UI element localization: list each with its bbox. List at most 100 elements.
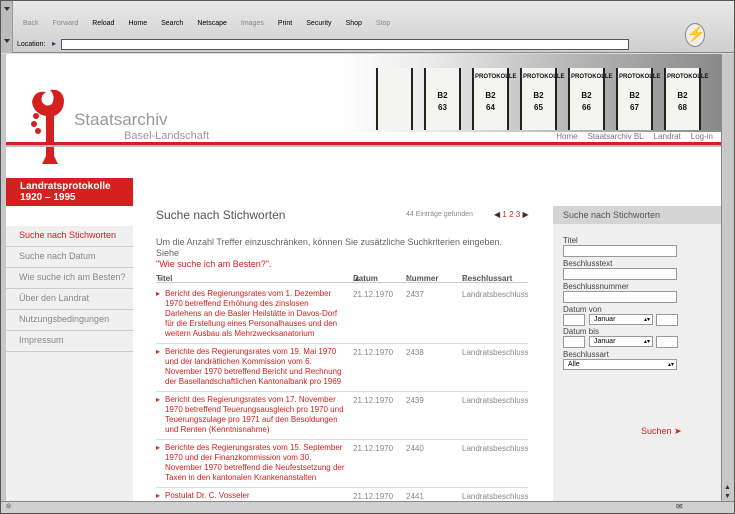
- archive-book-spine: PROTOKOLLE B2 68: [664, 68, 709, 130]
- collapse-triangle-icon: [4, 39, 10, 43]
- nav-buttons: Back Forward Reload Home Search Netscape Image…: [23, 20, 404, 27]
- toolbar-home-button[interactable]: Home: [128, 20, 147, 27]
- suchen-button[interactable]: Suchen ➤: [641, 426, 682, 437]
- header-archive-image: B2 63 PROTOKOLLE B2 64 PROTOKOLLE B2 65 PROTO…: [336, 54, 721, 132]
- status-right-icon: ✉: [676, 502, 683, 511]
- search-panel: Suche nach Stichworten Titel Beschlusste…: [553, 206, 721, 501]
- table-row: Bericht des Regierungsrates vom 17. Nove…: [156, 392, 528, 440]
- topnav-staatsarchiv[interactable]: Staatsarchiv BL: [588, 132, 644, 141]
- sidebar-heading-title: Landratsprotokolle: [20, 181, 111, 192]
- topnav-home[interactable]: Home: [556, 132, 577, 141]
- text-input[interactable]: [563, 268, 677, 280]
- sidebar-item-datum[interactable]: Suche nach Datum: [6, 247, 133, 268]
- scroll-up-icon[interactable]: ▲: [724, 484, 731, 491]
- site-subtitle: Basel-Landschaft: [124, 130, 209, 142]
- row-date: 21.12.1970: [353, 348, 394, 357]
- toolbar-forward-button[interactable]: Forward: [53, 20, 79, 27]
- netscape-throbber-icon[interactable]: ⚡: [685, 23, 706, 47]
- scroll-down-icon[interactable]: ▼: [724, 493, 731, 500]
- sort-icon: ▲: [156, 274, 164, 283]
- book-label: PROTOKOLLE: [475, 74, 517, 80]
- toolbar-security-button[interactable]: Security: [306, 20, 331, 27]
- archive-book-spine: PROTOKOLLE B2 64: [472, 68, 517, 130]
- site-header: B2 63 PROTOKOLLE B2 64 PROTOKOLLE B2 65 PROTO…: [6, 54, 721, 164]
- sidebar-heading: Landratsprotokolle 1920 – 1995: [6, 178, 133, 206]
- page-2[interactable]: 2: [509, 210, 513, 219]
- bis-day-input[interactable]: [563, 336, 585, 348]
- vertical-scrollbar[interactable]: ▲ ▼: [721, 54, 734, 502]
- sidebar-item-landrat[interactable]: Über den Landrat: [6, 289, 133, 310]
- sort-icon: ▲: [406, 274, 414, 283]
- status-icon: ⚛: [5, 502, 13, 511]
- next-page-icon[interactable]: ▶: [522, 210, 528, 219]
- toolbar-stop-button[interactable]: Stop: [376, 20, 390, 27]
- page-1[interactable]: 1: [502, 210, 506, 219]
- intro-help-link[interactable]: "Wie suche ich am Besten?".: [156, 259, 271, 269]
- topnav-landrat[interactable]: Landrat: [654, 132, 681, 141]
- book-number: B2 63: [437, 91, 448, 112]
- nummer-input[interactable]: [563, 291, 677, 303]
- toolbar-reload-button[interactable]: Reload: [92, 20, 114, 27]
- toolbar-shop-button[interactable]: Shop: [346, 20, 362, 27]
- row-number: 2437: [406, 290, 424, 299]
- table-row: Postulat Dr. C. Vosseler 21.12.1970 2441 La…: [156, 488, 528, 501]
- row-title-link[interactable]: Bericht des Regierungsrates vom 17. Nove…: [156, 395, 346, 435]
- page-title: Suche nach Stichworten: [156, 208, 286, 222]
- row-type: Landratsbeschluss: [462, 492, 528, 501]
- bis-month-select[interactable]: Januar: [589, 336, 653, 347]
- row-date: 21.12.1970: [353, 290, 394, 299]
- row-number: 2440: [406, 444, 424, 453]
- toolbar-back-button[interactable]: Back: [23, 20, 39, 27]
- browser-window: Back Forward Reload Home Search Netscape Image…: [0, 0, 735, 514]
- row-title-link[interactable]: Berichte des Regierungsrates vom 15. Sep…: [156, 443, 346, 483]
- toolbar-print-button[interactable]: Print: [278, 20, 292, 27]
- sidebar-item-stichworten[interactable]: Suche nach Stichworten: [6, 226, 133, 247]
- row-title-link[interactable]: Bericht des Regierungsrates vom 1. Dezem…: [156, 289, 346, 339]
- table-row: Bericht des Regierungsrates vom 1. Dezem…: [156, 286, 528, 344]
- row-date: 21.12.1970: [353, 396, 394, 405]
- archive-book-spine: PROTOKOLLE B2 65: [520, 68, 565, 130]
- von-month-select[interactable]: Januar: [589, 314, 653, 325]
- row-title-link[interactable]: Berichte des Regierungsrates vom 19. Mai…: [156, 347, 346, 387]
- toolbar-collapse-tab[interactable]: [1, 1, 13, 53]
- top-nav: Home Staatsarchiv BL Landrat Log-in: [546, 132, 713, 141]
- art-select[interactable]: Alle: [563, 359, 677, 370]
- bis-year-input[interactable]: [656, 336, 678, 348]
- pagination: ◀ 1 2 3 ▶: [494, 210, 529, 219]
- location-label: Location:: [17, 41, 46, 48]
- page-proxy-icon[interactable]: ▸: [49, 38, 59, 49]
- row-date: 21.12.1970: [353, 444, 394, 453]
- titel-input[interactable]: [563, 245, 677, 257]
- status-bar: ⚛ ✉: [1, 501, 734, 513]
- book-number: B2 65: [533, 91, 544, 112]
- toolbar-netscape-button[interactable]: Netscape: [197, 20, 227, 27]
- book-label: PROTOKOLLE: [619, 74, 661, 80]
- sidebar-item-impressum[interactable]: Impressum: [6, 331, 133, 352]
- prev-page-icon[interactable]: ◀: [494, 210, 500, 219]
- von-year-input[interactable]: [656, 314, 678, 326]
- von-day-input[interactable]: [563, 314, 585, 326]
- book-label: PROTOKOLLE: [523, 74, 565, 80]
- topnav-login[interactable]: Log-in: [691, 132, 713, 141]
- nummer-label: Beschlussnummer: [563, 282, 629, 291]
- sidebar-item-nutzung[interactable]: Nutzungsbedingungen: [6, 310, 133, 331]
- collapse-triangle-icon: [4, 7, 10, 11]
- row-number: 2439: [406, 396, 424, 405]
- book-number: B2 64: [485, 91, 496, 112]
- book-number: B2 67: [629, 91, 640, 112]
- browser-toolbar: Back Forward Reload Home Search Netscape Image…: [1, 1, 734, 53]
- archive-book-spine: PROTOKOLLE B2 67: [616, 68, 661, 130]
- toolbar-search-button[interactable]: Search: [161, 20, 183, 27]
- archive-book-spine: PROTOKOLLE B2 66: [568, 68, 613, 130]
- row-type: Landratsbeschluss: [462, 444, 528, 453]
- sidebar-item-wie-suche[interactable]: Wie suche ich am Besten?: [6, 268, 133, 289]
- von-label: Datum von: [563, 305, 602, 314]
- location-input[interactable]: [61, 39, 629, 50]
- sidebar-nav: Suche nach Stichworten Suche nach Datum …: [6, 226, 133, 501]
- archive-book-spine: [376, 68, 413, 130]
- page-3[interactable]: 3: [516, 210, 520, 219]
- toolbar-images-button[interactable]: Images: [241, 20, 264, 27]
- results-table: Bericht des Regierungsrates vom 1. Dezem…: [156, 286, 528, 501]
- row-title-link[interactable]: Postulat Dr. C. Vosseler: [156, 491, 346, 501]
- book-label: PROTOKOLLE: [667, 74, 709, 80]
